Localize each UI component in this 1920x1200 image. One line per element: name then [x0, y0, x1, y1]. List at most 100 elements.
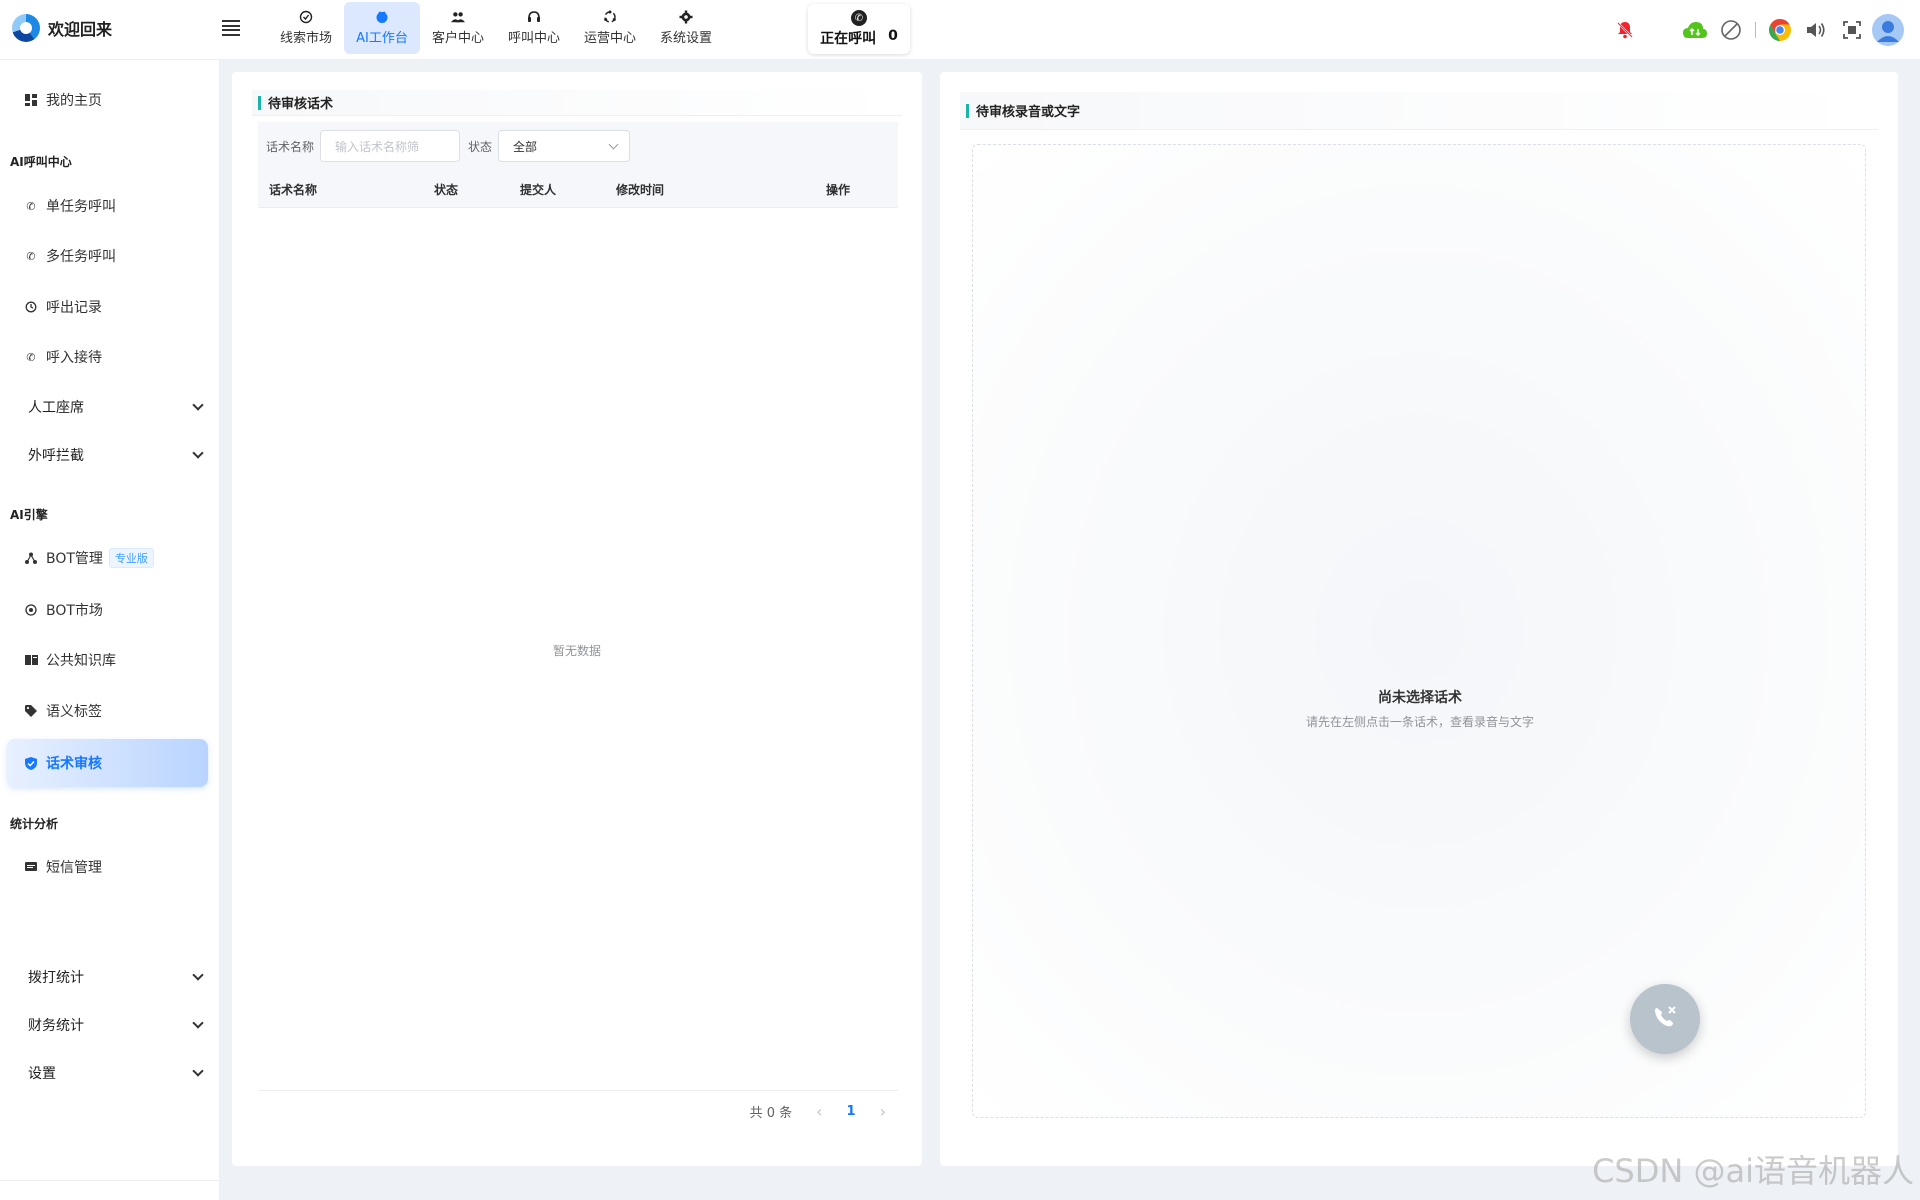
column-header[interactable]: 修改时间 — [616, 181, 664, 198]
tab-label: 线索市场 — [279, 31, 332, 46]
sidebar-item-settings[interactable]: 设置 — [28, 1053, 208, 1093]
sidebar-item-label: 设置 — [28, 1066, 56, 1082]
chevron-down-icon — [608, 139, 619, 149]
sidebar-item-sms[interactable]: 短信管理 — [7, 843, 208, 891]
headset-icon — [527, 10, 541, 24]
column-header[interactable]: 话术名称 — [269, 181, 317, 198]
pro-badge: 专业版 — [108, 548, 154, 568]
total-count: 共 0 条 — [749, 1106, 793, 1121]
sidebar-item-label: 外呼拦截 — [28, 448, 84, 464]
column-header[interactable]: 操作 — [826, 181, 850, 198]
chevron-down-icon — [192, 399, 204, 411]
sidebar-item-bot-market[interactable]: BOT市场 — [7, 586, 208, 634]
sidebar-group-stats: 统计分析 — [10, 817, 59, 831]
chevron-right-icon[interactable]: › — [880, 1102, 886, 1121]
sidebar-item-home[interactable]: 我的主页 — [7, 76, 208, 124]
sidebar-item-bot-manage[interactable]: BOT管理 专业版 — [7, 534, 208, 582]
filter-name-label: 话术名称 — [266, 139, 315, 154]
chevron-down-icon — [192, 969, 204, 981]
script-name-input[interactable]: 输入话术名称筛 — [320, 130, 461, 162]
sidebar-item-label: 多任务呼叫 — [46, 249, 116, 265]
filter-bar: 话术名称 输入话术名称筛 状态 全部 — [258, 122, 898, 170]
phone-hangup-icon — [1650, 1002, 1680, 1036]
sidebar-item-label: 呼出记录 — [46, 300, 102, 316]
review-detail-panel: 待审核录音或文字 尚未选择话术 请先在左侧点击一条话术，查看录音与文字 — [940, 72, 1898, 1166]
top-nav: 线索市场 AI工作台 客户中心 呼叫中心 运营中心 系统设置 — [268, 2, 724, 54]
sidebar-item-label: 人工座席 — [28, 400, 84, 416]
empty-subtitle: 请先在左侧点击一条话术，查看录音与文字 — [1305, 715, 1534, 729]
sidebar-item-single-task[interactable]: ✆ 单任务呼叫 — [7, 182, 208, 230]
do-not-disturb-icon[interactable] — [1713, 12, 1749, 48]
tab-call-center[interactable]: 呼叫中心 — [496, 2, 572, 54]
network-icon — [24, 551, 38, 565]
panel-title: 待审核录音或文字 — [976, 105, 1081, 120]
brand-title: 欢迎回来 — [48, 20, 113, 39]
tag-icon — [24, 704, 38, 718]
sidebar-item-inbound[interactable]: ✆ 呼入接待 — [7, 333, 208, 381]
panel-title: 待审核话术 — [268, 97, 334, 112]
sidebar-item-dial-stats[interactable]: 拨打统计 — [28, 957, 208, 997]
floating-call-button[interactable] — [1630, 984, 1700, 1054]
status-select[interactable]: 全部 — [498, 130, 631, 162]
phone-icon: ✆ — [851, 10, 867, 26]
watermark: CSDN @ai语音机器人 — [1592, 1152, 1914, 1190]
tab-label: 呼叫中心 — [507, 31, 560, 46]
sidebar-item-label: BOT市场 — [46, 603, 103, 619]
shield-check-icon — [24, 756, 38, 770]
sidebar-item-script-review[interactable]: 话术审核 — [7, 739, 208, 787]
sidebar-item-finance-stats[interactable]: 财务统计 — [28, 1005, 208, 1045]
calling-label: 正在呼叫 — [820, 31, 877, 47]
chevron-down-icon — [192, 447, 204, 459]
avatar[interactable] — [1870, 12, 1906, 48]
fullscreen-icon[interactable] — [1834, 12, 1870, 48]
page-number[interactable]: 1 — [847, 1104, 856, 1119]
sidebar-item-outbound-records[interactable]: 呼出记录 — [7, 283, 208, 331]
sidebar: 我的主页 AI呼叫中心 ✆ 单任务呼叫 ✆ 多任务呼叫 呼出记录 ✆ 呼入接待 … — [0, 60, 220, 1200]
accent-bar — [966, 103, 969, 118]
book-icon — [24, 653, 38, 667]
sidebar-item-label: 单任务呼叫 — [46, 199, 116, 215]
divider — [258, 1090, 898, 1091]
bell-off-icon[interactable] — [1607, 12, 1643, 48]
sidebar-item-knowledge[interactable]: 公共知识库 — [7, 636, 208, 684]
dashboard-icon — [24, 93, 38, 107]
filter-status-label: 状态 — [468, 139, 493, 154]
sidebar-item-multi-task[interactable]: ✆ 多任务呼叫 — [7, 232, 208, 280]
tab-customers[interactable]: 客户中心 — [420, 2, 496, 54]
sidebar-item-label: 呼入接待 — [46, 350, 102, 366]
tab-label: 系统设置 — [659, 31, 712, 46]
volume-icon[interactable] — [1798, 12, 1834, 48]
cloud-sync-icon[interactable] — [1677, 12, 1713, 48]
divider — [1755, 22, 1756, 38]
column-header[interactable]: 提交人 — [520, 181, 556, 198]
calling-status[interactable]: ✆ 正在呼叫 0 — [808, 4, 910, 54]
tab-ai-workbench[interactable]: AI工作台 — [344, 2, 420, 54]
brand-logo — [12, 14, 40, 42]
sidebar-item-label: 拨打统计 — [28, 970, 84, 986]
header-tools — [1607, 12, 1906, 48]
table-header: 话术名称 状态 提交人 修改时间 操作 — [258, 170, 898, 208]
sidebar-item-manual-seat[interactable]: 人工座席 — [28, 387, 208, 427]
tab-operations[interactable]: 运营中心 — [572, 2, 648, 54]
ai-icon — [375, 10, 389, 24]
chevron-left-icon[interactable]: ‹ — [816, 1102, 822, 1121]
sidebar-group-ai-call: AI呼叫中心 — [10, 155, 72, 169]
empty-table-text: 暂无数据 — [552, 644, 601, 658]
tab-system-settings[interactable]: 系统设置 — [648, 2, 724, 54]
tab-label: 客户中心 — [431, 31, 484, 46]
sidebar-item-label: BOT管理 — [46, 551, 103, 567]
sidebar-group-ai-engine: AI引擎 — [10, 508, 48, 522]
brand[interactable]: 欢迎回来 — [12, 14, 112, 42]
phone-icon: ✆ — [26, 199, 36, 213]
column-header[interactable]: 状态 — [434, 181, 458, 198]
tab-lead-market[interactable]: 线索市场 — [268, 2, 344, 54]
chrome-icon[interactable] — [1762, 12, 1798, 48]
menu-toggle-icon[interactable] — [222, 20, 240, 36]
sidebar-footer — [0, 1180, 220, 1200]
operations-icon — [603, 10, 617, 24]
sidebar-item-semantic-tags[interactable]: 语义标签 — [7, 687, 208, 735]
lead-icon — [299, 10, 313, 24]
phone-incoming-icon: ✆ — [26, 350, 36, 364]
sidebar-item-outbound-block[interactable]: 外呼拦截 — [28, 435, 208, 475]
panel-header: 待审核话术 — [252, 90, 902, 116]
